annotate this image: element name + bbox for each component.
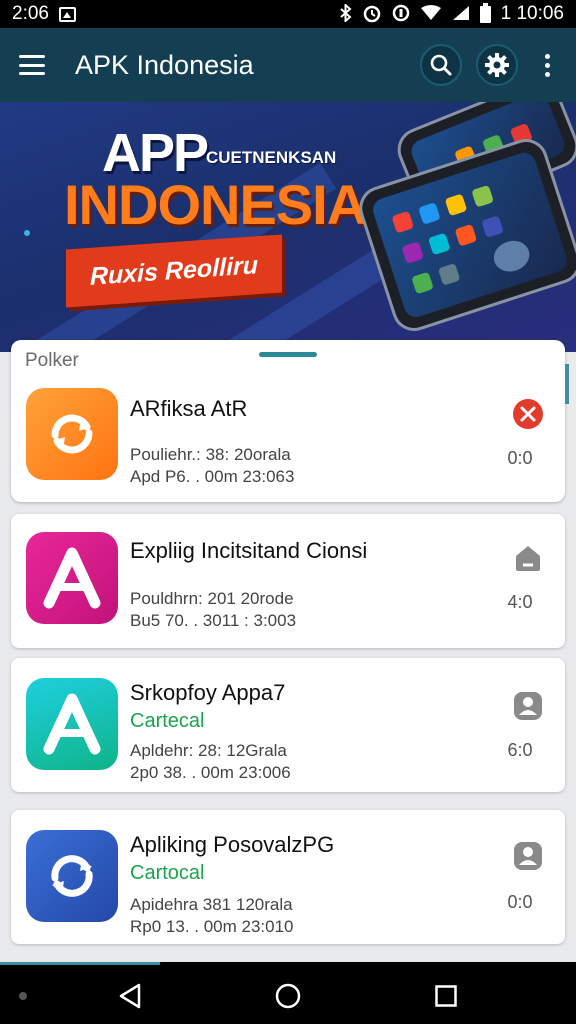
wifi-icon — [420, 4, 442, 24]
app-action-button-4[interactable] — [512, 840, 544, 872]
app-category-3: Cartecal — [130, 710, 205, 732]
app-meta-1: Pouliehr.: 38: 20orala Apd P6. . 00m 23:… — [130, 444, 294, 488]
search-button[interactable] — [420, 44, 462, 86]
app-size-3: 6:0 — [507, 740, 533, 760]
app-action-button-3[interactable] — [512, 690, 544, 722]
home-button[interactable] — [268, 978, 308, 1014]
recents-button[interactable] — [426, 978, 466, 1014]
status-bar: 2:06 1 10:06 — [0, 0, 576, 28]
recents-icon — [435, 985, 457, 1007]
app-meta-3: Apldehr: 28: 12Grala 2p0 38. . 00m 23:00… — [130, 740, 291, 784]
sheet-label: Polker — [25, 350, 79, 371]
bluetooth-icon — [339, 2, 352, 25]
sheet-drag-handle[interactable] — [259, 352, 317, 357]
app-size-1: 0:0 — [507, 448, 533, 468]
app-meta-line: 2p0 38. . 00m 23:006 — [130, 763, 291, 782]
phone-screen: 2:06 1 10:06 APK Indonesia APP CUETNENKS… — [0, 0, 576, 1024]
status-time: 2:06 — [12, 3, 49, 24]
gear-icon — [485, 53, 509, 77]
sync-icon — [51, 414, 93, 454]
search-icon — [430, 54, 452, 76]
cancel-icon — [513, 399, 543, 429]
signal-icon — [452, 5, 470, 24]
app-meta-2: Pouldhrn: 201 20rode Bu5 70. . 3011 : 3:… — [130, 588, 296, 632]
letter-a-icon — [43, 693, 101, 755]
person-icon — [514, 692, 542, 720]
back-button[interactable] — [110, 978, 150, 1014]
app-bar: APK Indonesia — [0, 28, 576, 102]
app-meta-line: Pouliehr.: 38: 20orala — [130, 445, 291, 464]
app-meta-line: Apldehr: 28: 12Grala — [130, 741, 287, 760]
home-icon — [275, 983, 301, 1009]
app-icon-4[interactable] — [26, 830, 118, 922]
app-name-3: Srkopfoy Appa7 — [130, 680, 286, 705]
banner-ribbon: Ruxis Reolliru — [66, 234, 282, 308]
banner-subheadline: CUETNENKSAN — [206, 148, 337, 167]
person-icon — [514, 842, 542, 870]
cancel-download-button[interactable] — [512, 398, 544, 430]
phone-illustration-front — [353, 133, 576, 337]
app-name-2: Expliig Incitsitand Cionsi — [130, 538, 368, 563]
gallery-notification-icon — [58, 6, 76, 22]
nav-indicator-dot — [19, 992, 27, 1000]
house-icon — [516, 546, 540, 571]
app-icon-1[interactable] — [26, 388, 118, 480]
app-icon-2[interactable] — [26, 532, 118, 624]
more-options-button[interactable] — [532, 44, 562, 86]
app-meta-line: Rp0 13. . 00m 23:010 — [130, 917, 294, 936]
hamburger-menu-icon — [19, 55, 45, 75]
app-meta-line: Pouldhrn: 201 20rode — [130, 589, 294, 608]
app-icon-3[interactable] — [26, 678, 118, 770]
banner-headline-indonesia: INDONESIA — [64, 173, 367, 236]
app-category-4: Cartocal — [130, 862, 205, 884]
settings-button[interactable] — [476, 44, 518, 86]
app-size-4: 0:0 — [507, 892, 533, 912]
letter-a-icon — [43, 547, 101, 609]
data-saver-icon — [392, 4, 410, 25]
back-icon — [119, 983, 141, 1009]
app-size-2: 4:0 — [507, 592, 533, 612]
app-title: APK Indonesia — [75, 49, 254, 80]
battery-icon — [479, 2, 491, 23]
alarm-icon — [362, 3, 382, 26]
app-name-4: Apliking PosovalzPG — [130, 832, 335, 857]
banner-ribbon-text: Ruxis Reolliru — [89, 250, 259, 291]
promo-banner[interactable]: APP CUETNENKSAN INDONESIA Ruxis Reolliru — [0, 102, 576, 352]
sync-icon — [51, 855, 93, 897]
app-action-button-2[interactable] — [512, 542, 544, 574]
banner-dot — [24, 230, 30, 236]
app-meta-4: Apidehra 381 120rala Rp0 13. . 00m 23:01… — [130, 894, 294, 938]
app-meta-line: Apd P6. . 00m 23:063 — [130, 467, 295, 486]
app-meta-line: Apidehra 381 120rala — [130, 895, 293, 914]
sheet-scroll-indicator — [565, 364, 569, 404]
status-clock-right: 1 10:06 — [500, 3, 564, 24]
nav-progress-accent — [0, 962, 160, 965]
menu-button[interactable] — [0, 28, 64, 102]
app-name-1[interactable]: ARfiksa AtR — [130, 396, 247, 422]
app-meta-line: Bu5 70. . 3011 : 3:003 — [130, 611, 297, 630]
